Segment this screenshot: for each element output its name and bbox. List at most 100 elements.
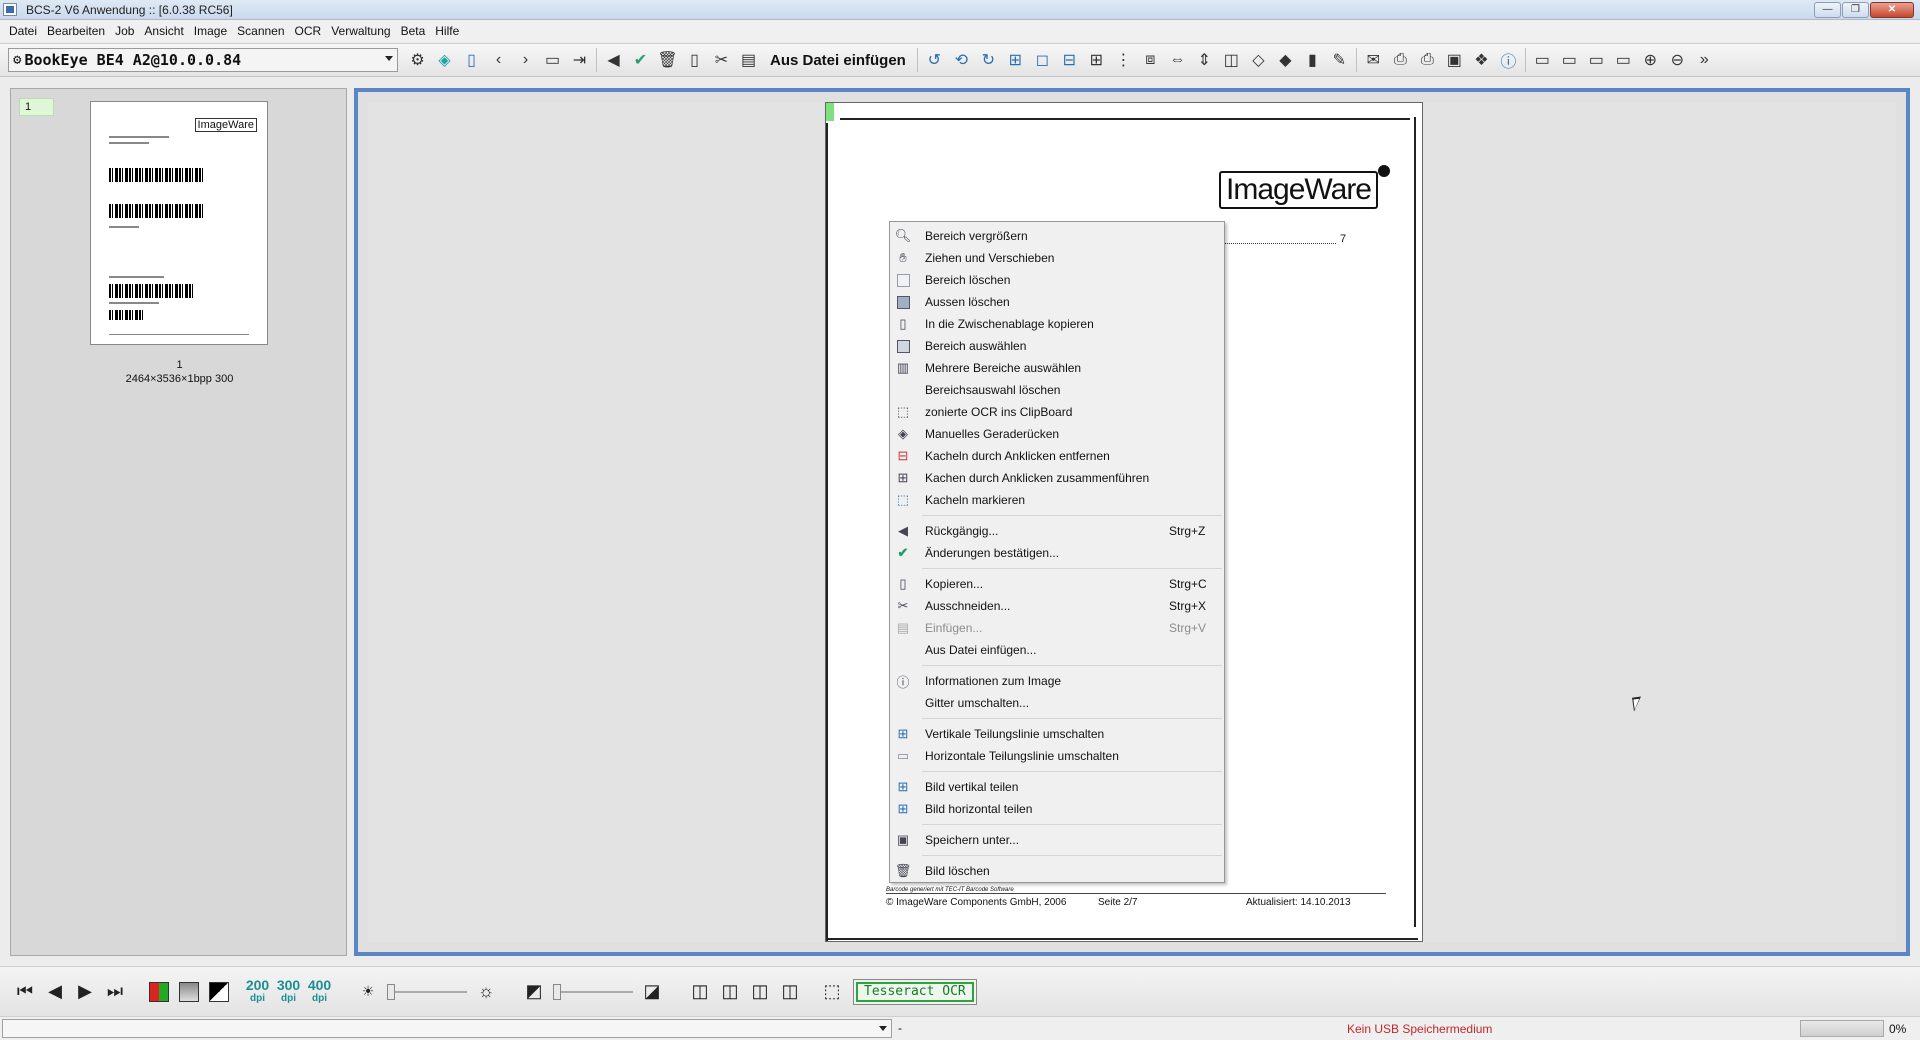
trash-icon[interactable]: 🗑 (654, 46, 681, 74)
view-layout-3-icon[interactable]: ◫ (745, 975, 775, 1009)
menu-item-insert-file[interactable]: Aus Datei einfügen... (890, 639, 1224, 661)
menu-image[interactable]: Image (189, 24, 232, 38)
signature-icon[interactable]: ✎ (1326, 46, 1353, 74)
next-page-icon[interactable]: ▶ (70, 975, 100, 1009)
minimize-button[interactable]: — (1814, 2, 1841, 18)
brightness-slider[interactable] (387, 982, 467, 1002)
split-left-icon[interactable]: ⊟ (1056, 46, 1083, 74)
menu-item-manual-deskew[interactable]: ◈ Manuelles Geraderücken (890, 423, 1224, 445)
first-page-icon[interactable]: ⏮ (10, 975, 40, 1009)
menu-item-copy[interactable]: ▯ Kopieren... Strg+C (890, 573, 1224, 595)
rotate-free-icon[interactable]: ◇ (1245, 46, 1272, 74)
previous-page-icon[interactable]: ◀ (40, 975, 70, 1009)
dpi-400-button[interactable]: 400 dpi (304, 978, 335, 1005)
menu-item-pan[interactable]: ✋︎ Ziehen und Verschieben (890, 247, 1224, 269)
page-add-icon[interactable]: ▯ (458, 46, 485, 74)
grayscale-mode-icon[interactable] (174, 975, 204, 1009)
border-icon[interactable]: ▮ (1299, 46, 1326, 74)
menu-item-split-vertical[interactable]: ⊞ Bild vertikal teilen (890, 776, 1224, 798)
printer-alt-icon[interactable]: ⎙ (1414, 46, 1441, 74)
flip-vertical-icon[interactable]: ⇕ (1191, 46, 1218, 74)
menu-item-tile-remove[interactable]: ⊟ Kacheln durch Anklicken entfernen (890, 445, 1224, 467)
menu-scannen[interactable]: Scannen (232, 24, 289, 38)
view-single-icon[interactable]: ▭ (1529, 46, 1556, 74)
toolbar-overflow-icon[interactable]: » (1691, 46, 1718, 74)
page-thumbnail[interactable]: ImageWare (90, 101, 268, 345)
flip-horizontal-icon[interactable]: ⇔ (1164, 46, 1191, 74)
menu-item-tile-merge[interactable]: ⊞ Kachen durch Anklicken zusammenführen (890, 467, 1224, 489)
menu-item-split-horizontal[interactable]: ⊞ Bild horizontal teilen (890, 798, 1224, 820)
dpi-300-button[interactable]: 300 dpi (273, 978, 304, 1005)
app-icon[interactable] (3, 3, 17, 16)
menu-item-delete-image[interactable]: 🗑 Bild löschen (890, 860, 1224, 882)
paste-icon[interactable]: ▤ (735, 46, 762, 74)
settings-gear-icon[interactable]: ⚙ (404, 46, 431, 74)
menu-item-tile-mark[interactable]: ⬚ Kacheln markieren (890, 489, 1224, 511)
rotate-left-icon[interactable]: ↺ (921, 46, 948, 74)
menu-beta[interactable]: Beta (396, 24, 431, 38)
scissors-icon[interactable]: ✂ (708, 46, 735, 74)
menu-bearbeiten[interactable]: Bearbeiten (42, 24, 110, 38)
menu-item-confirm[interactable]: ✔ Änderungen bestätigen... (890, 542, 1224, 564)
previous-icon[interactable]: ‹ (485, 46, 512, 74)
menu-item-zoom-area[interactable]: 🔍︎ Bereich vergrößern (890, 225, 1224, 247)
menu-job[interactable]: Job (110, 24, 139, 38)
maximize-button[interactable]: ❐ (1842, 2, 1869, 18)
menu-item-clear-outside[interactable]: Aussen löschen (890, 291, 1224, 313)
view-fullscreen-icon[interactable]: ▭ (1610, 46, 1637, 74)
split-center-icon[interactable]: ⊞ (1083, 46, 1110, 74)
insert-from-file-button[interactable]: Aus Datei einfügen (762, 52, 914, 69)
menu-item-undo[interactable]: ◀ Rückgängig... Strg+Z (890, 520, 1224, 542)
undo-arrow-icon[interactable]: ◀ (600, 46, 627, 74)
ocr-engine-button[interactable]: Tesseract OCR (853, 978, 977, 1005)
menu-item-image-info[interactable]: ⓘ Informationen zum Image (890, 670, 1224, 692)
zonal-ocr-icon[interactable]: ⬚ (817, 975, 847, 1009)
rotate-icon[interactable]: ⟲ (948, 46, 975, 74)
monitor-send-icon[interactable]: ▭ (539, 46, 566, 74)
menu-item-clear-selection[interactable]: Bereichsauswahl löschen (890, 379, 1224, 401)
bw-mode-icon[interactable] (204, 975, 234, 1009)
menu-verwaltung[interactable]: Verwaltung (326, 24, 395, 38)
menu-datei[interactable]: Datei (4, 24, 42, 38)
deskew-tool-icon[interactable]: ⧈ (1137, 46, 1164, 74)
finger-remove-icon[interactable]: ◆ (1272, 46, 1299, 74)
save-icon[interactable]: ▣ (1441, 46, 1468, 74)
dropbox-icon[interactable]: ❖ (1468, 46, 1495, 74)
menu-item-horizontal-splitline[interactable]: ▭ Horizontale Teilungslinie umschalten (890, 745, 1224, 767)
close-button[interactable]: ✕ (1870, 2, 1914, 18)
slider-knob[interactable] (553, 983, 561, 1000)
menu-item-select-area[interactable]: Bereich auswählen (890, 335, 1224, 357)
menu-item-clear-area[interactable]: Bereich löschen (890, 269, 1224, 291)
copy-icon[interactable]: ▯ (681, 46, 708, 74)
zoom-in-icon[interactable]: ⊕ (1637, 46, 1664, 74)
crop-icon[interactable]: ◻ (1029, 46, 1056, 74)
view-layout-4-icon[interactable]: ◫ (775, 975, 805, 1009)
view-thumbnails-icon[interactable]: ▭ (1583, 46, 1610, 74)
menu-item-toggle-grid[interactable]: Gitter umschalten... (890, 692, 1224, 714)
menu-item-copy-clipboard[interactable]: ▯ In die Zwischenablage kopieren (890, 313, 1224, 335)
color-mode-icon[interactable] (144, 975, 174, 1009)
grid-icon[interactable]: ⋮ (1110, 46, 1137, 74)
menu-hilfe[interactable]: Hilfe (430, 24, 464, 38)
confirm-check-icon[interactable]: ✔ (627, 46, 654, 74)
last-page-icon[interactable]: ⏭ (100, 975, 130, 1009)
device-select[interactable]: ⚙ BookEye BE4 A2@10.0.0.84 (8, 48, 398, 72)
menu-item-zonal-ocr[interactable]: ⬚ zonierte OCR ins ClipBoard (890, 401, 1224, 423)
menu-ansicht[interactable]: Ansicht (139, 24, 188, 38)
menu-item-vertical-splitline[interactable]: ⊞ Vertikale Teilungslinie umschalten (890, 723, 1224, 745)
mail-icon[interactable]: ✉ (1360, 46, 1387, 74)
slider-knob[interactable] (387, 983, 395, 1000)
view-layout-2-icon[interactable]: ◫ (715, 975, 745, 1009)
view-double-icon[interactable]: ▭ (1556, 46, 1583, 74)
menu-item-save-as[interactable]: ▣ Speichern unter... (890, 829, 1224, 851)
rotate-right-icon[interactable]: ↻ (975, 46, 1002, 74)
scan-start-icon[interactable]: ◈ (431, 46, 458, 74)
view-layout-1-icon[interactable]: ◫ (685, 975, 715, 1009)
next-icon[interactable]: › (512, 46, 539, 74)
menu-ocr[interactable]: OCR (290, 24, 327, 38)
book-curve-icon[interactable]: ◫ (1218, 46, 1245, 74)
zoom-out-icon[interactable]: ⊖ (1664, 46, 1691, 74)
split-vertical-icon[interactable]: ⊞ (1002, 46, 1029, 74)
exit-icon[interactable]: ⇥ (566, 46, 593, 74)
printer-icon[interactable]: ⎙ (1387, 46, 1414, 74)
